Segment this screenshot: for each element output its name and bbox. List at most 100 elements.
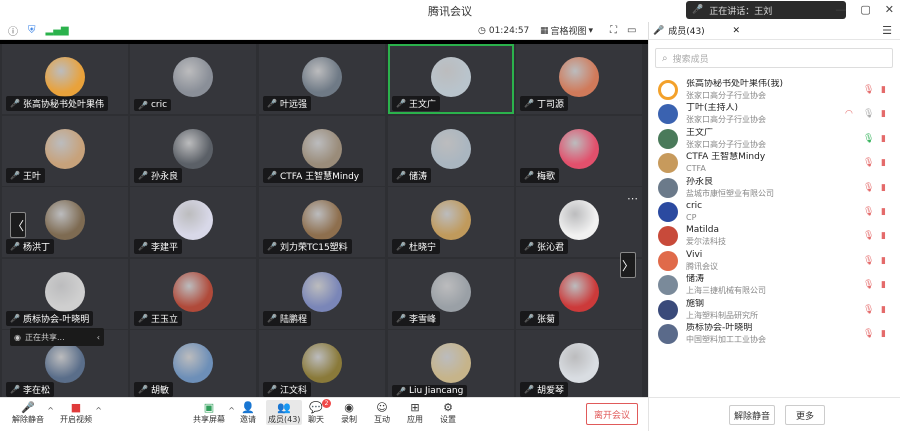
settings-button[interactable]: ⚙ 设置 (440, 400, 456, 425)
video-tile[interactable]: 🎤 Liu Jiancang (388, 330, 514, 397)
camera-off-icon[interactable]: ▮ (881, 329, 886, 339)
camera-off-icon[interactable]: ▮ (881, 231, 886, 241)
video-tile[interactable]: 🎤 孙永良 (130, 116, 256, 186)
close-panel-icon[interactable]: ✕ (732, 26, 740, 36)
member-list-item[interactable]: CTFA 王智慧Mindy CTFA 🎙 ▮ (649, 151, 900, 175)
video-tile[interactable]: 🎤 丁司源 (516, 44, 642, 114)
mic-muted-icon[interactable]: 🎙 (863, 305, 874, 315)
camera-off-icon[interactable]: ▮ (881, 158, 886, 168)
tab-members[interactable]: 🎤 成员(43) ✕ (648, 21, 746, 40)
mic-muted-icon[interactable]: 🎙 (863, 231, 874, 241)
member-list-item[interactable]: 质标协会-叶晓明 中国塑料加工工业协会 🎙 ▮ (649, 322, 900, 346)
start-video-button[interactable]: ■ 开启视频 ^ (60, 400, 102, 425)
participant-name-label: 🎤 王叶 (6, 168, 45, 183)
mic-muted-icon: 🎤 (267, 314, 277, 323)
member-list-item[interactable]: 孙永良 盐城市康恒塑业有限公司 🎙 ▮ (649, 176, 900, 200)
minimize-icon[interactable]: — (835, 3, 846, 16)
avatar (658, 324, 678, 344)
video-tile[interactable]: 🎤 王叶 (2, 116, 128, 186)
mic-muted-icon: 🎤 (267, 171, 277, 180)
signal-icon[interactable]: ▂▄▆ (46, 25, 69, 36)
camera-off-icon[interactable]: ▮ (881, 256, 886, 266)
video-tile[interactable]: 🎤 叶远强 (259, 44, 385, 114)
apps-button[interactable]: ⊞ 应用 (407, 400, 423, 425)
unmute-all-button[interactable]: 解除静音 (729, 405, 775, 425)
share-screen-button[interactable]: ▣ 共享屏幕 ^ (193, 400, 235, 425)
video-tile[interactable]: 🎤 CTFA 王智慧Mindy (259, 116, 385, 186)
leave-meeting-button[interactable]: 离开会议 (586, 403, 638, 425)
record-button[interactable]: ◉ 录制 (341, 400, 357, 425)
camera-off-icon[interactable]: ▮ (881, 134, 886, 144)
camera-off-icon: ■ (70, 400, 82, 414)
camera-off-icon[interactable]: ▮ (881, 305, 886, 315)
member-list-item[interactable]: 王文广 张家口高分子行业协会 🎙 ▮ (649, 127, 900, 151)
mic-muted-icon: 🎤 (524, 242, 534, 251)
member-search-input[interactable]: ⌕ 搜索成员 (655, 48, 893, 68)
view-switcher[interactable]: ▦ 宫格视图 ▾ (540, 24, 593, 38)
unmute-button[interactable]: 🎤 解除静音 ^ (12, 400, 54, 425)
video-tile[interactable]: 🎤 质标协会-叶晓明 (2, 259, 128, 329)
video-tile[interactable]: 🎤 张沁君 (516, 187, 642, 257)
member-list-item[interactable]: 张高协秘书处叶果伟(我) 张家口高分子行业协会 🎙 ▮ (649, 78, 900, 102)
layout-icon[interactable]: ▭ (627, 25, 636, 36)
mic-icon[interactable]: 🎙 (863, 134, 874, 144)
member-list-item[interactable]: 储涛 上海三捷机械有限公司 🎙 ▮ (649, 273, 900, 297)
members-button[interactable]: 👥 成员(43) (266, 400, 303, 425)
member-list-item[interactable]: 施钢 上海塑料制品研究所 🎙 ▮ (649, 298, 900, 322)
member-list-item[interactable]: Matilda 爱尔法科技 🎙 ▮ (649, 224, 900, 248)
fullscreen-icon[interactable]: ⛶ (610, 25, 617, 36)
video-tile[interactable]: 🎤 陆鹏程 (259, 259, 385, 329)
mic-muted-icon[interactable]: 🎙 (863, 183, 874, 193)
video-tile[interactable]: 🎤 胡敏 (130, 330, 256, 397)
prev-page-button[interactable]: 〈 (10, 212, 26, 238)
member-list-item[interactable]: 丁叶(主持人) 张家口高分子行业协会 ◠ 🎙 ▮ (649, 102, 900, 126)
participant-avatar (173, 272, 213, 312)
video-tile[interactable]: 🎤 cric (130, 44, 256, 114)
member-list-item[interactable]: Vivi 腾讯会议 🎙 ▮ (649, 249, 900, 273)
video-tile[interactable]: 🎤 张高协秘书处叶果伟 (2, 44, 128, 114)
mic-muted-icon[interactable]: 🎙 (863, 109, 874, 119)
next-page-button[interactable]: 〉 (620, 252, 636, 278)
info-icon[interactable]: ⓘ (8, 23, 18, 38)
member-name: Matilda (686, 225, 720, 236)
shield-icon[interactable]: ⛨ (28, 25, 36, 36)
close-icon[interactable]: ✕ (885, 3, 894, 16)
video-tile[interactable]: 🎤 胡爱琴 (516, 330, 642, 397)
video-tile[interactable]: 🎤 储涛 (388, 116, 514, 186)
camera-off-icon[interactable]: ▮ (881, 109, 886, 119)
grid-icon: ▦ (540, 25, 549, 36)
video-tile[interactable]: 🎤 杜晓宁 (388, 187, 514, 257)
mic-muted-icon[interactable]: 🎙 (863, 85, 874, 95)
chevron-up-icon[interactable]: ^ (47, 406, 54, 415)
chevron-up-icon[interactable]: ^ (228, 406, 235, 415)
chat-button[interactable]: 💬 2 聊天 (308, 399, 331, 425)
member-list-item[interactable]: cric CP 🎙 ▮ (649, 200, 900, 224)
video-tile[interactable]: 🎤 刘力荣TC15塑料 (259, 187, 385, 257)
mic-muted-icon[interactable]: 🎙 (863, 329, 874, 339)
menu-icon[interactable]: ☰ (882, 24, 892, 37)
video-tile[interactable]: 🎤 王文广 (388, 44, 514, 114)
interact-button[interactable]: ☺ 互动 (374, 400, 390, 425)
mic-muted-icon[interactable]: 🎙 (863, 158, 874, 168)
chevron-up-icon[interactable]: ^ (95, 406, 102, 415)
mic-muted-icon[interactable]: 🎙 (863, 207, 874, 217)
video-tile[interactable]: 🎤 江文科 (259, 330, 385, 397)
video-tile[interactable]: 🎤 李建平 (130, 187, 256, 257)
video-grid: 🎤 张高协秘书处叶果伟 🎤 cric 🎤 叶远强 🎤 王文广 🎤 丁司源 🎤 王叶 🎤 孙永良 🎤 CTFA … (0, 40, 648, 397)
more-options-icon[interactable]: ⋯ (627, 192, 638, 205)
screen-share-indicator[interactable]: ◉ 正在共享... ‹ (10, 328, 104, 346)
more-button[interactable]: 更多 (785, 405, 825, 425)
maximize-icon[interactable]: ▢ (860, 3, 870, 16)
video-tile[interactable]: 🎤 李雪峰 (388, 259, 514, 329)
camera-off-icon[interactable]: ▮ (881, 207, 886, 217)
video-tile[interactable]: 🎤 王玉立 (130, 259, 256, 329)
mic-muted-icon: 🎤 (10, 171, 20, 180)
camera-off-icon[interactable]: ▮ (881, 280, 886, 290)
mic-muted-icon[interactable]: 🎙 (863, 280, 874, 290)
mic-muted-icon[interactable]: 🎙 (863, 256, 874, 266)
camera-off-icon[interactable]: ▮ (881, 85, 886, 95)
invite-button[interactable]: 👤 邀请 (240, 400, 256, 425)
camera-off-icon[interactable]: ▮ (881, 183, 886, 193)
participant-avatar (45, 57, 85, 97)
video-tile[interactable]: 🎤 梅歌 (516, 116, 642, 186)
